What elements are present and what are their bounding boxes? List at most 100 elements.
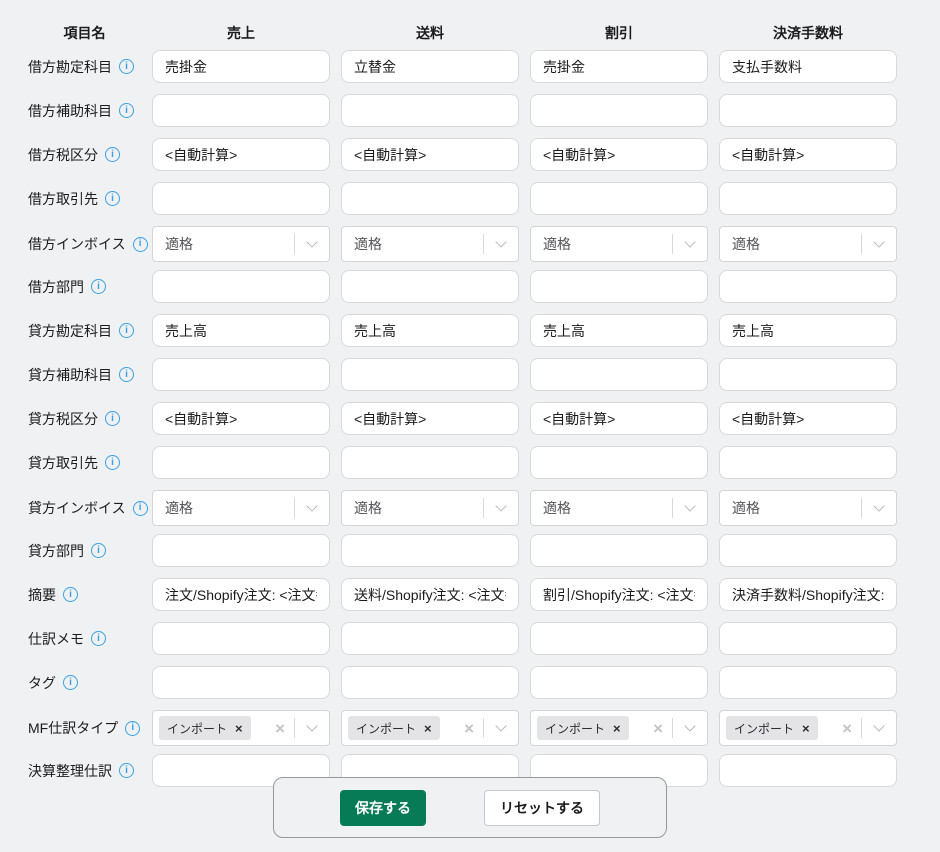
info-icon[interactable]: i xyxy=(125,721,140,736)
credit-invoice-select[interactable]: 適格 xyxy=(719,490,897,526)
info-icon[interactable]: i xyxy=(119,59,134,74)
credit-sub-account-input[interactable] xyxy=(530,358,708,391)
info-icon[interactable]: i xyxy=(105,411,120,426)
info-icon[interactable]: i xyxy=(105,147,120,162)
debit-invoice-select[interactable]: 適格 xyxy=(152,226,330,262)
credit-tax-category-input[interactable] xyxy=(530,402,708,435)
clear-icon[interactable]: × xyxy=(455,720,483,737)
clear-icon[interactable]: × xyxy=(266,720,294,737)
info-icon[interactable]: i xyxy=(105,455,120,470)
info-icon[interactable]: i xyxy=(91,631,106,646)
debit-partner-input[interactable] xyxy=(530,182,708,215)
action-panel: 保存する リセットする xyxy=(273,777,667,838)
debit-department-input[interactable] xyxy=(530,270,708,303)
mf-journal-type-select[interactable]: インポート × × xyxy=(719,710,897,746)
row-debit-sub-account: 借方補助科目 i xyxy=(0,94,940,127)
journal-memo-input[interactable] xyxy=(530,622,708,655)
tag-input[interactable] xyxy=(152,666,330,699)
chip-remove-icon[interactable]: × xyxy=(613,722,621,735)
debit-partner-input[interactable] xyxy=(341,182,519,215)
chip-remove-icon[interactable]: × xyxy=(235,722,243,735)
debit-department-input[interactable] xyxy=(341,270,519,303)
credit-tax-category-input[interactable] xyxy=(341,402,519,435)
credit-invoice-select[interactable]: 適格 xyxy=(530,490,708,526)
debit-sub-account-input[interactable] xyxy=(152,94,330,127)
debit-department-input[interactable] xyxy=(719,270,897,303)
debit-tax-category-input[interactable] xyxy=(152,138,330,171)
debit-account-input[interactable] xyxy=(530,50,708,83)
debit-tax-category-input[interactable] xyxy=(719,138,897,171)
mf-journal-type-select[interactable]: インポート × × xyxy=(341,710,519,746)
credit-sub-account-input[interactable] xyxy=(719,358,897,391)
credit-account-input[interactable] xyxy=(530,314,708,347)
debit-sub-account-input[interactable] xyxy=(530,94,708,127)
credit-department-input[interactable] xyxy=(530,534,708,567)
credit-tax-category-input[interactable] xyxy=(719,402,897,435)
description-input[interactable] xyxy=(719,578,897,611)
debit-account-input[interactable] xyxy=(719,50,897,83)
credit-department-input[interactable] xyxy=(719,534,897,567)
debit-partner-input[interactable] xyxy=(152,182,330,215)
debit-partner-input[interactable] xyxy=(719,182,897,215)
credit-partner-input[interactable] xyxy=(530,446,708,479)
debit-sub-account-input[interactable] xyxy=(719,94,897,127)
tag-input[interactable] xyxy=(530,666,708,699)
mf-journal-type-select[interactable]: インポート × × xyxy=(152,710,330,746)
chip-remove-icon[interactable]: × xyxy=(424,722,432,735)
row-label: 借方インボイス xyxy=(28,234,126,254)
credit-sub-account-input[interactable] xyxy=(152,358,330,391)
clear-icon[interactable]: × xyxy=(833,720,861,737)
info-icon[interactable]: i xyxy=(63,587,78,602)
debit-sub-account-input[interactable] xyxy=(341,94,519,127)
journal-memo-input[interactable] xyxy=(152,622,330,655)
description-input[interactable] xyxy=(341,578,519,611)
credit-sub-account-input[interactable] xyxy=(341,358,519,391)
credit-account-input[interactable] xyxy=(719,314,897,347)
info-icon[interactable]: i xyxy=(133,237,148,252)
info-icon[interactable]: i xyxy=(133,501,148,516)
row-debit-invoice: 借方インボイス i 適格 適格 適格 適格 xyxy=(0,226,940,262)
description-input[interactable] xyxy=(530,578,708,611)
debit-account-input[interactable] xyxy=(341,50,519,83)
tag-input[interactable] xyxy=(719,666,897,699)
credit-account-input[interactable] xyxy=(341,314,519,347)
debit-tax-category-input[interactable] xyxy=(530,138,708,171)
journal-memo-input[interactable] xyxy=(719,622,897,655)
info-icon[interactable]: i xyxy=(105,191,120,206)
info-icon[interactable]: i xyxy=(63,675,78,690)
reset-button[interactable]: リセットする xyxy=(484,790,600,826)
debit-invoice-select[interactable]: 適格 xyxy=(530,226,708,262)
journal-memo-input[interactable] xyxy=(341,622,519,655)
debit-tax-category-input[interactable] xyxy=(341,138,519,171)
credit-account-input[interactable] xyxy=(152,314,330,347)
tag-input[interactable] xyxy=(341,666,519,699)
debit-invoice-select[interactable]: 適格 xyxy=(719,226,897,262)
debit-account-input[interactable] xyxy=(152,50,330,83)
closing-adjustment-input[interactable] xyxy=(719,754,897,787)
credit-invoice-select[interactable]: 適格 xyxy=(152,490,330,526)
row-debit-tax-category: 借方税区分 i xyxy=(0,138,940,171)
description-input[interactable] xyxy=(152,578,330,611)
info-icon[interactable]: i xyxy=(119,103,134,118)
info-icon[interactable]: i xyxy=(119,763,134,778)
clear-icon[interactable]: × xyxy=(644,720,672,737)
row-label: 借方取引先 xyxy=(28,189,98,209)
credit-invoice-select[interactable]: 適格 xyxy=(341,490,519,526)
credit-department-input[interactable] xyxy=(152,534,330,567)
info-icon[interactable]: i xyxy=(119,323,134,338)
chip-remove-icon[interactable]: × xyxy=(802,722,810,735)
chip-label: インポート xyxy=(734,720,794,737)
chevron-down-icon xyxy=(495,236,506,247)
credit-partner-input[interactable] xyxy=(152,446,330,479)
mf-journal-type-select[interactable]: インポート × × xyxy=(530,710,708,746)
credit-department-input[interactable] xyxy=(341,534,519,567)
info-icon[interactable]: i xyxy=(91,279,106,294)
credit-partner-input[interactable] xyxy=(719,446,897,479)
save-button[interactable]: 保存する xyxy=(340,790,426,826)
credit-tax-category-input[interactable] xyxy=(152,402,330,435)
debit-department-input[interactable] xyxy=(152,270,330,303)
debit-invoice-select[interactable]: 適格 xyxy=(341,226,519,262)
credit-partner-input[interactable] xyxy=(341,446,519,479)
info-icon[interactable]: i xyxy=(119,367,134,382)
info-icon[interactable]: i xyxy=(91,543,106,558)
